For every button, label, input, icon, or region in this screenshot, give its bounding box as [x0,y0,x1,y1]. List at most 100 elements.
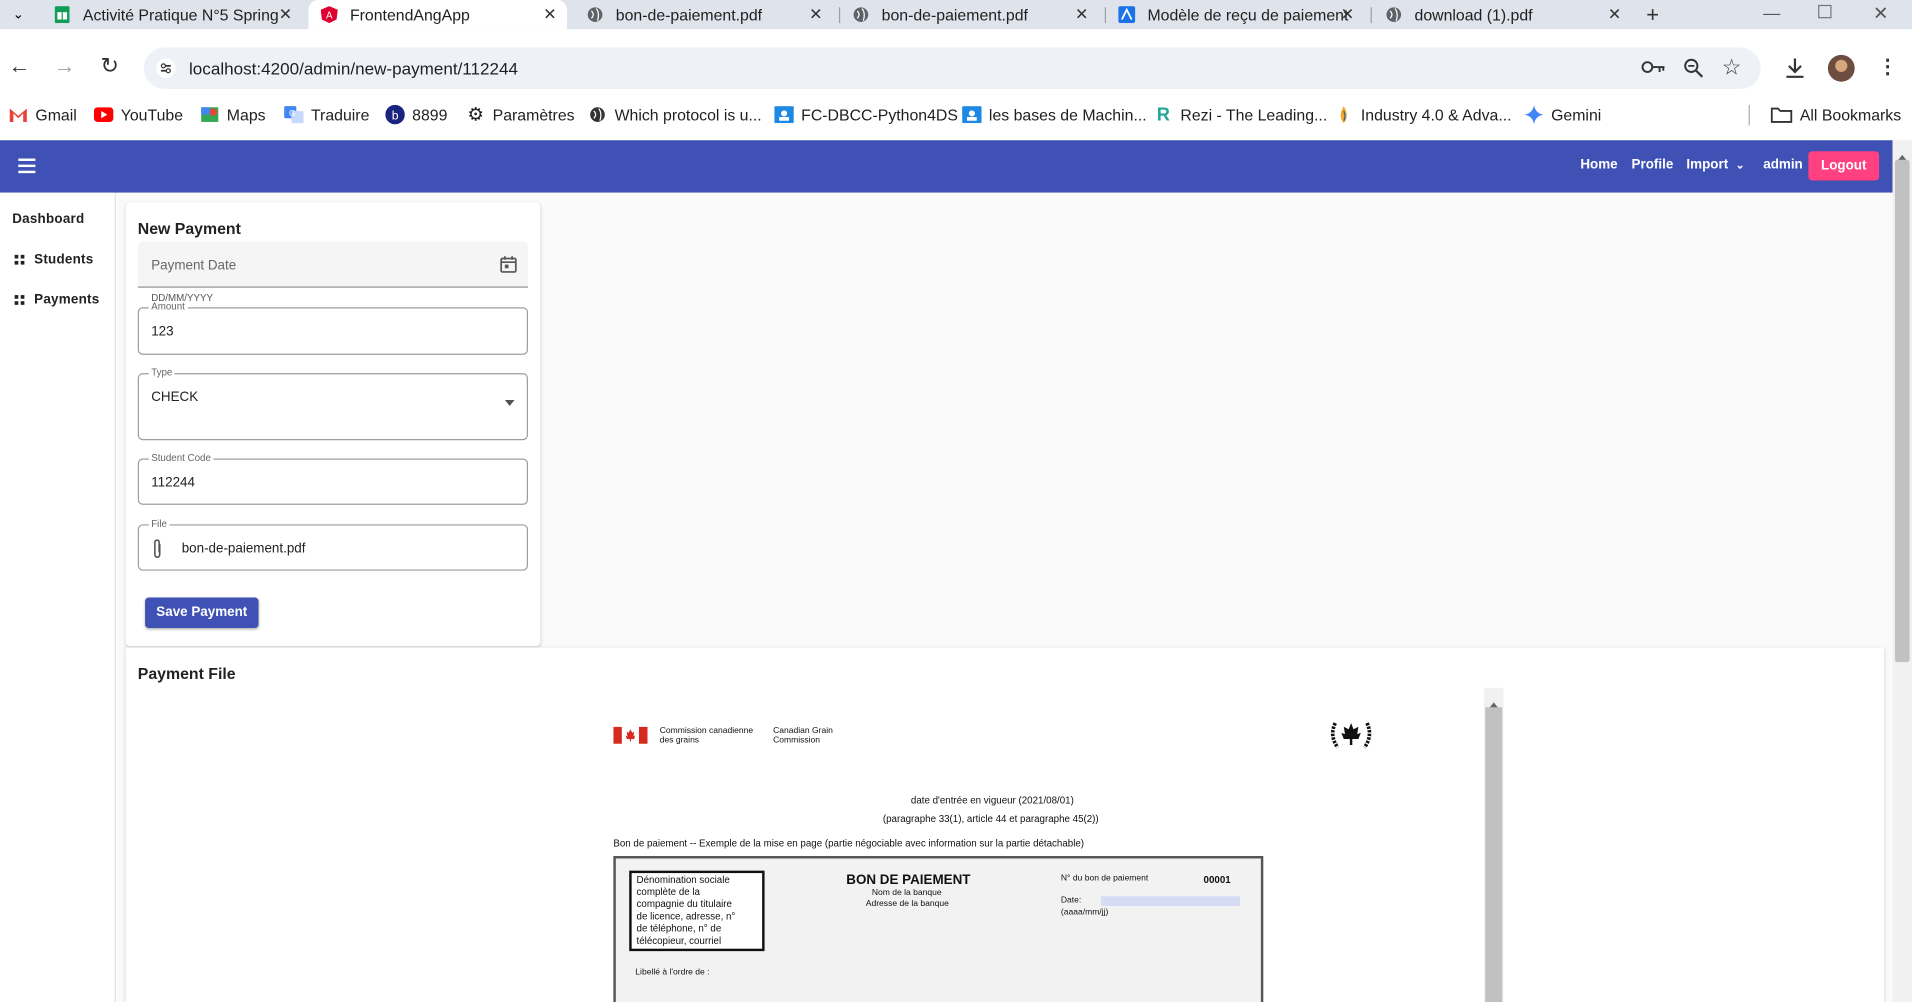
bookmark-gemini[interactable]: Gemini [1524,102,1601,126]
close-icon[interactable]: ✕ [806,5,826,25]
all-bookmarks[interactable]: All Bookmarks [1769,102,1901,126]
bookmark-fc-dbcc[interactable]: FC-DBCC-Python4DS [774,102,958,126]
tab-title: Activité Pratique N°5 Spring [82,5,279,24]
attach-file-icon[interactable] [151,539,163,565]
gear-icon: ⚙ [467,104,484,126]
reload-icon[interactable]: ↻ [98,54,122,80]
amount-field[interactable]: Amount 123 [137,301,529,355]
company-info-box: Dénomination sociale complète de la comp… [629,870,765,952]
pdf-scrollbar[interactable] [1484,687,1504,1002]
payment-date-field[interactable]: Payment Date [137,241,529,288]
tab-1[interactable]: A FrontendAngApp ✕ [308,0,568,30]
pdf-viewer[interactable]: Commission canadienne des grains Canadian… [601,704,1486,1002]
logout-button[interactable]: Logout [1808,151,1880,181]
sidebar-item-payments[interactable]: Payments [14,293,100,307]
bookmark-gmail[interactable]: Gmail [9,102,77,126]
gmail-icon [9,106,29,123]
maps-icon [200,106,220,123]
classroom-icon [774,106,794,124]
sidebar-item-students[interactable]: Students [14,252,94,267]
bookmark-which-protocol[interactable]: Which protocol is u... [588,102,762,126]
tab-3[interactable]: bon-de-paiement.pdf ✕ [852,0,1091,29]
sidebar [0,192,116,1002]
org-name-en: Canadian Grain Commission [773,726,833,746]
bookmark-maps[interactable]: Maps [200,102,266,126]
close-icon[interactable]: ✕ [1338,5,1358,25]
gemini-icon [1524,104,1544,125]
nav-profile[interactable]: Profile [1632,157,1674,172]
student-code-label: Student Code [148,452,214,465]
date-format: (aaaa/mm/jj) [1060,908,1109,917]
close-icon[interactable]: ✕ [1605,5,1625,25]
menu-icon[interactable]: ⋮ [1878,55,1898,79]
minimize-icon[interactable]: — [1763,2,1780,22]
translate-icon: G [284,106,304,124]
type-select[interactable]: Type CHECK [137,367,529,441]
angular-icon: A [320,6,338,24]
zoom-icon[interactable] [1683,57,1705,85]
amount-label: Amount [148,301,188,314]
calendar-icon[interactable] [500,256,517,279]
hamburger-menu-icon[interactable] [18,158,36,174]
classroom-icon [962,106,982,124]
download-icon[interactable] [1783,56,1807,86]
page-scroll-thumb[interactable] [1894,159,1910,663]
bookmark-machine-learning[interactable]: les bases de Machin... [962,102,1147,126]
tab-2[interactable]: bon-de-paiement.pdf ✕ [587,0,826,29]
bookmark-industry[interactable]: Industry 4.0 & Adva... [1334,102,1512,126]
sidebar-item-dashboard[interactable]: Dashboard [12,212,84,227]
pdf-paragraph-ref: (paragraphe 33(1), article 44 et paragra… [882,813,1099,825]
restore-icon[interactable] [1818,4,1832,19]
tab-title: download (1).pdf [1414,5,1533,24]
avatar[interactable] [1827,54,1855,82]
page-scrollbar[interactable] [1892,140,1912,1002]
svg-text:A: A [326,10,333,21]
close-icon[interactable]: ✕ [1072,5,1092,25]
star-icon[interactable]: ☆ [1722,55,1742,81]
tab-separator [1104,7,1106,24]
globe-icon [588,106,608,123]
amount-value: 123 [151,324,174,339]
close-icon[interactable]: ✕ [540,5,560,25]
new-tab-icon[interactable]: + [1646,2,1659,28]
close-icon[interactable]: ✕ [276,5,296,25]
tab-title: Modèle de reçu de paiement [1147,5,1349,24]
nav-home[interactable]: Home [1580,157,1617,172]
globe-icon [587,6,604,23]
nav-admin[interactable]: admin [1763,157,1803,172]
sheets-icon [54,6,71,24]
folder-icon [1769,106,1792,123]
tab-4[interactable]: Modèle de reçu de paiement ✕ [1118,0,1357,29]
bank-name: Nom de la banque [871,888,942,898]
tab-title: bon-de-paiement.pdf [881,5,1028,24]
tab-5[interactable]: download (1).pdf ✕ [1385,0,1624,29]
address-bar[interactable]: localhost:4200/admin/new-payment/112244 … [143,47,1761,90]
back-icon[interactable]: ← [7,54,31,80]
key-icon[interactable] [1641,57,1665,83]
rezi-icon: R [1156,104,1170,125]
nav-import[interactable]: Import ⌄ [1686,157,1744,172]
tab-title: FrontendAngApp [349,5,470,24]
bookmark-parametres[interactable]: ⚙ Paramètres [466,102,574,126]
tab-search-button[interactable]: ⌄ [9,5,29,25]
forward-icon[interactable]: → [52,54,76,80]
dropdown-arrow-icon [504,391,515,413]
wreath-emblem-icon [1328,718,1374,758]
youtube-icon [93,106,114,123]
voucher-number: 00001 [1203,874,1231,886]
student-code-field[interactable]: Student Code 112244 [137,452,529,505]
file-label: File [148,518,170,531]
file-field[interactable]: File bon-de-paiement.pdf [137,518,529,571]
tab-0[interactable]: Activité Pratique N°5 Spring ✕ [54,0,295,29]
bookmark-rezi[interactable]: R Rezi - The Leading... [1154,102,1328,126]
bookmark-8899[interactable]: b 8899 [385,102,447,126]
bookmark-traduire[interactable]: G Traduire [284,102,369,126]
bookmark-separator [1748,104,1750,126]
close-window-icon[interactable]: ✕ [1873,2,1888,25]
bookmark-youtube[interactable]: YouTube [93,102,183,126]
pdf-scroll-thumb[interactable] [1485,707,1503,1002]
site-info-icon[interactable] [156,58,176,79]
payment-voucher: Dénomination sociale complète de la comp… [613,856,1264,1002]
org-name-fr: Commission canadienne des grains [659,726,754,746]
save-payment-button[interactable]: Save Payment [145,597,259,628]
